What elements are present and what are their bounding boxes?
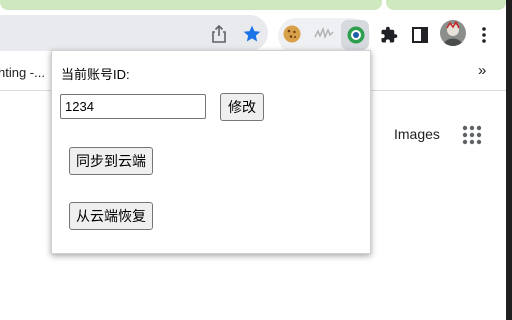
browser-tab[interactable]: [0, 0, 382, 10]
tab-strip: [0, 0, 512, 12]
wave-extension-icon[interactable]: [313, 24, 335, 44]
share-icon[interactable]: [209, 24, 229, 44]
sync-extension-icon[interactable]: [345, 24, 367, 46]
cookie-extension-icon[interactable]: [281, 23, 303, 45]
bookmarks-overflow-button[interactable]: »: [478, 62, 486, 79]
modify-button[interactable]: 修改: [220, 93, 264, 121]
profile-avatar[interactable]: [440, 20, 466, 46]
restore-from-cloud-button[interactable]: 从云端恢复: [69, 202, 153, 230]
kebab-menu-icon[interactable]: [476, 24, 492, 46]
browser-toolbar: [0, 12, 512, 54]
bookmark-star-icon[interactable]: [241, 23, 263, 45]
bookmark-item[interactable]: hting -...: [0, 65, 45, 80]
account-id-label: 当前账号ID:: [61, 67, 130, 82]
sync-to-cloud-button[interactable]: 同步到云端: [69, 147, 153, 175]
account-id-input[interactable]: [60, 94, 206, 119]
window-edge: [506, 0, 512, 320]
extension-popup: 当前账号ID: 修改 同步到云端 从云端恢复: [51, 50, 371, 254]
google-apps-grid-icon[interactable]: [461, 124, 483, 146]
images-link[interactable]: Images: [394, 126, 440, 142]
extensions-puzzle-icon[interactable]: [378, 24, 400, 46]
browser-tab[interactable]: [386, 0, 506, 10]
side-panel-icon[interactable]: [410, 25, 430, 45]
